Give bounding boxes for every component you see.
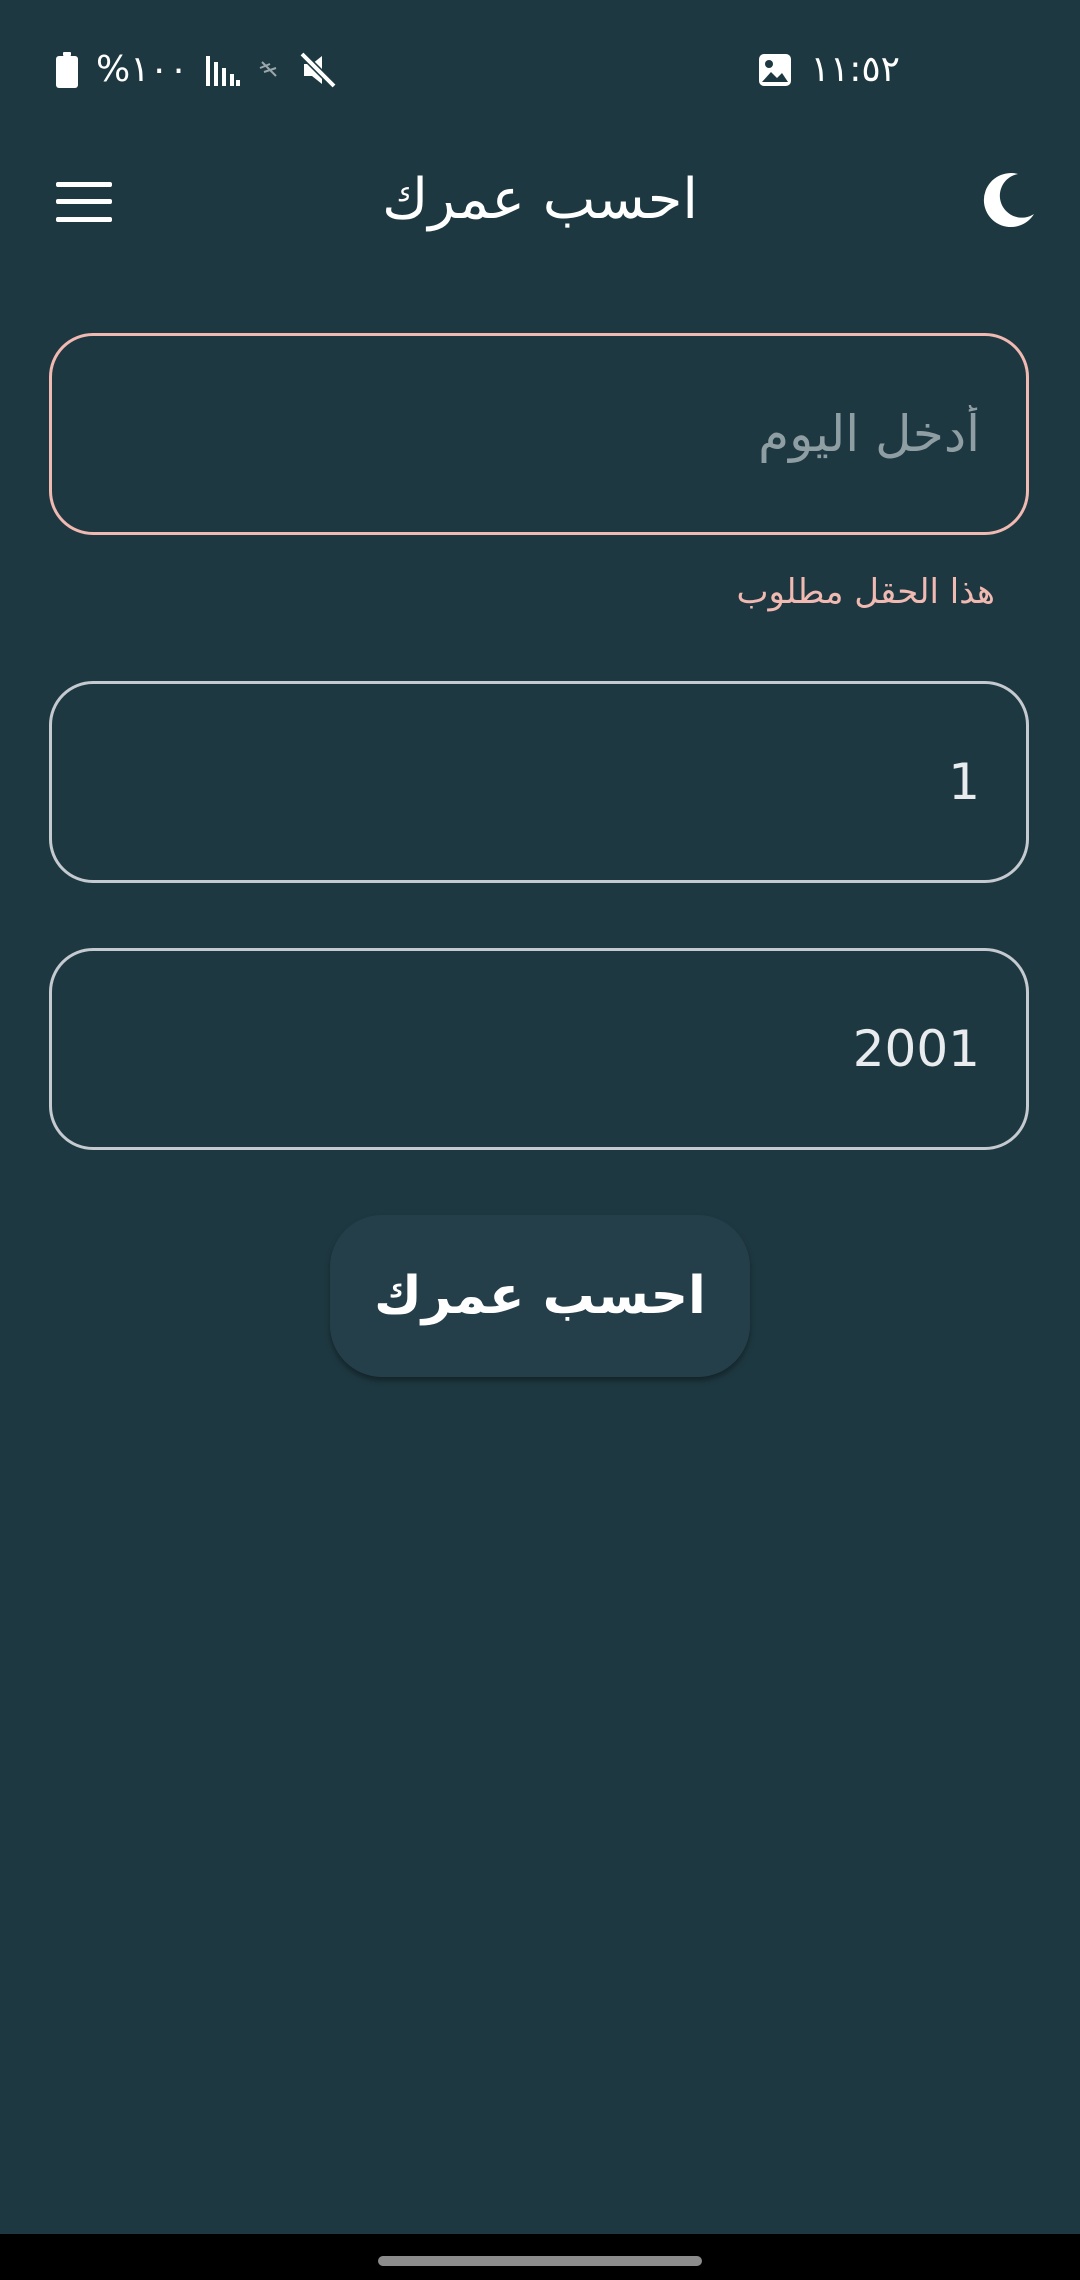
status-bar-right: ١١:٥٢ xyxy=(757,48,900,92)
battery-icon xyxy=(56,52,78,88)
mute-icon xyxy=(298,50,338,90)
year-input[interactable] xyxy=(52,951,1026,1147)
day-error-message: هذا الحقل مطلوب xyxy=(736,572,995,612)
calculate-age-button[interactable]: احسب عمرك xyxy=(330,1215,750,1377)
signal-icon xyxy=(206,54,241,86)
battery-level: %١٠٠ xyxy=(96,49,189,90)
day-field[interactable] xyxy=(49,333,1029,535)
moon-icon[interactable] xyxy=(978,170,1038,230)
status-bar-left: %١٠٠ xyxy=(56,48,338,92)
app-bar: احسب عمرك xyxy=(0,140,1080,260)
home-indicator[interactable] xyxy=(378,2256,702,2266)
no-data-icon xyxy=(258,60,280,80)
photo-icon xyxy=(757,52,793,88)
status-bar: %١٠٠ ١١:٥٢ xyxy=(0,0,1080,130)
status-time: ١١:٥٢ xyxy=(810,49,900,90)
year-field[interactable] xyxy=(49,948,1029,1150)
month-field[interactable] xyxy=(49,681,1029,883)
month-input[interactable] xyxy=(52,684,1026,880)
day-input[interactable] xyxy=(52,336,1026,532)
system-nav-bar xyxy=(0,2234,1080,2280)
page-title: احسب عمرك xyxy=(382,167,698,232)
